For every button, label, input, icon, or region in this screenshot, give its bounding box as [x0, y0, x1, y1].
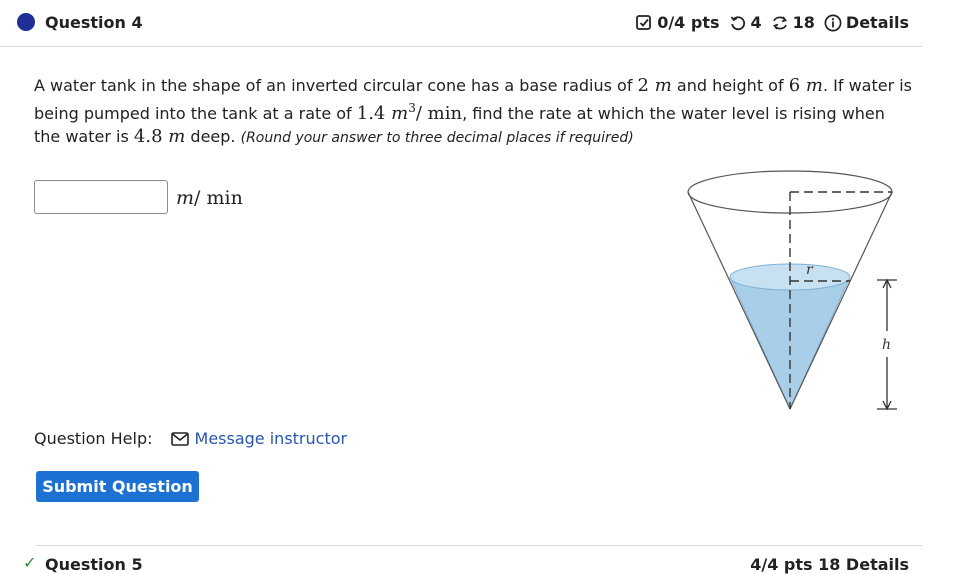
points-value: 0/4 pts — [657, 13, 720, 32]
next-question-meta: 4/4 pts 18 Details — [750, 555, 909, 574]
details-label: Details — [845, 13, 909, 32]
submissions-value: 18 — [792, 13, 815, 32]
math-rate: 1.4 m3/ min — [356, 101, 463, 124]
answer-unit: m/ min — [176, 187, 243, 209]
refresh-icon — [771, 14, 789, 32]
check-icon: ✓ — [23, 553, 37, 572]
message-instructor-label: Message instructor — [194, 429, 348, 448]
question-help: Question Help: Message instructor — [34, 429, 347, 448]
question-header: Question 4 0/4 pts 4 18 Details — [0, 0, 922, 47]
retry-icon — [729, 14, 747, 32]
submit-question-button[interactable]: Submit Question — [36, 471, 199, 502]
next-question-title: Question 5 — [45, 555, 143, 574]
text-segment: A water tank in the shape of an inverted… — [34, 76, 638, 95]
details-button[interactable]: Details — [824, 13, 909, 32]
info-icon — [824, 14, 842, 32]
question-divider — [36, 545, 922, 546]
help-label: Question Help: — [34, 429, 153, 448]
question-meta: 0/4 pts 4 18 Details — [635, 13, 909, 32]
checkbox-check-icon — [635, 14, 653, 32]
cone-diagram: r h — [687, 170, 897, 411]
envelope-icon — [170, 431, 189, 446]
message-instructor-link[interactable]: Message instructor — [170, 429, 348, 448]
math-depth: 4.8 m — [133, 126, 186, 147]
question-text: A water tank in the shape of an inverted… — [34, 74, 914, 150]
rounding-hint: (Round your answer to three decimal plac… — [240, 130, 634, 146]
h-label: h — [882, 337, 891, 353]
math-radius: 2 m — [637, 75, 672, 96]
question-title: Question 4 — [45, 13, 143, 32]
answer-input[interactable] — [34, 180, 168, 214]
attempts-value: 4 — [750, 13, 762, 32]
status-dot-icon — [17, 13, 35, 31]
next-question-header: ✓ Question 5 4/4 pts 18 Details — [0, 553, 922, 574]
text-segment: deep. — [185, 127, 241, 146]
math-height: 6 m — [788, 75, 823, 96]
text-segment: and height of — [671, 76, 789, 95]
